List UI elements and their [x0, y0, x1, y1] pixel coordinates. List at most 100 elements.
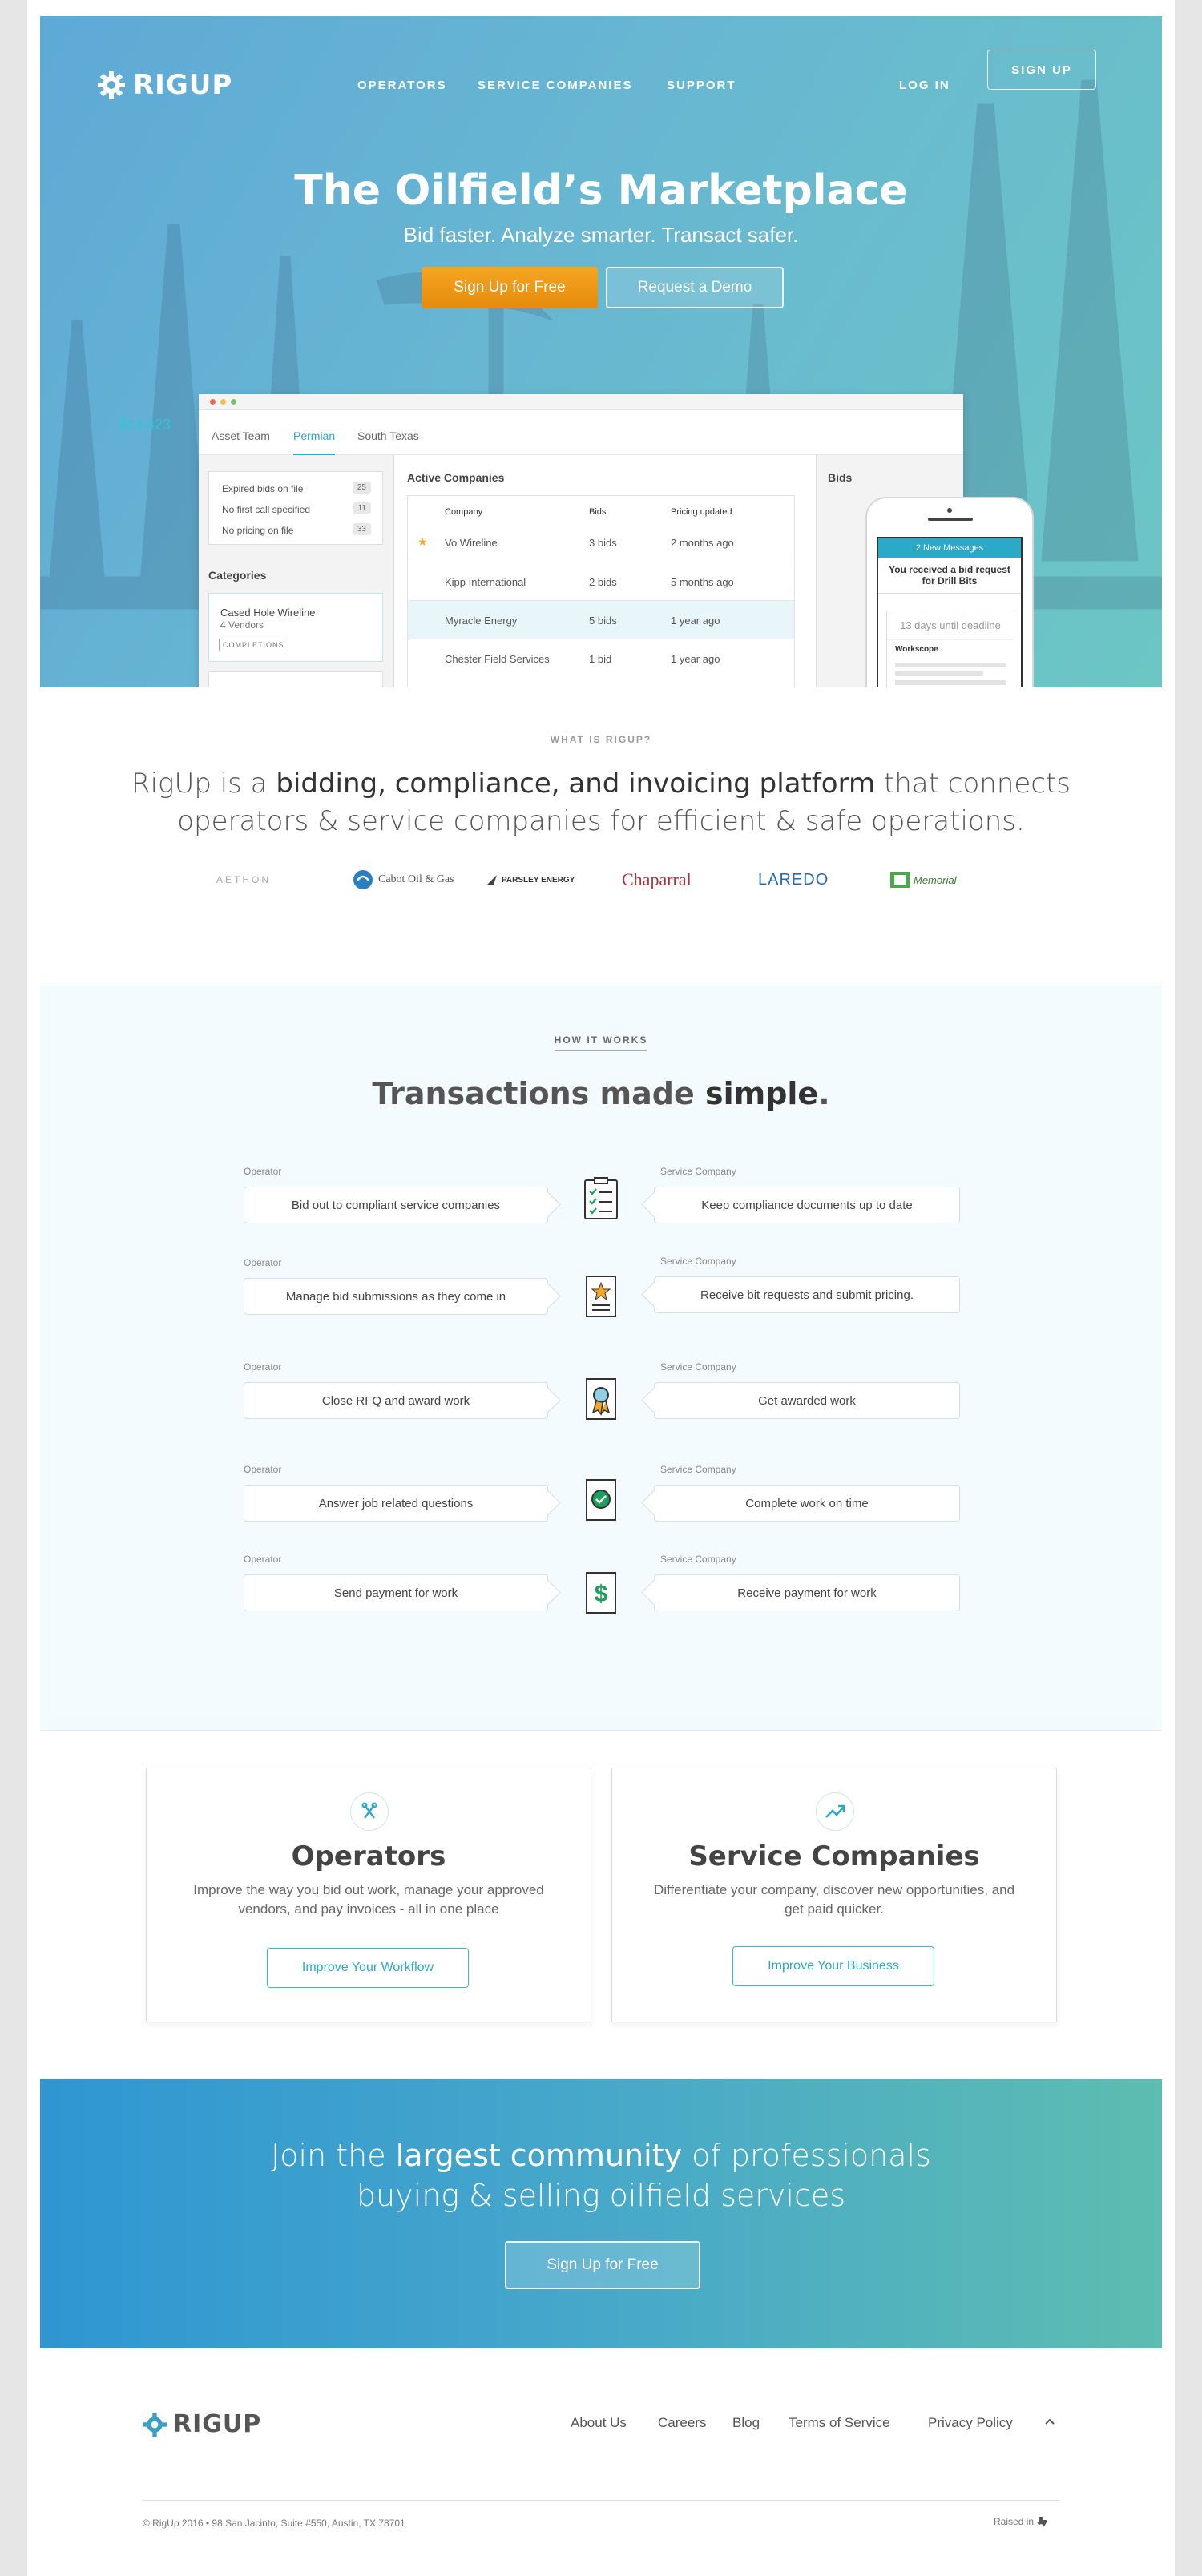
community-cta-section: Join the largest community of profession… — [40, 2079, 1162, 2348]
bid-request-card[interactable]: 13 days until deadline Workscope — [886, 611, 1014, 687]
card-description: Improve the way you bid out work, manage… — [193, 1882, 544, 1917]
how-title-post: . — [818, 1076, 830, 1111]
phone-speaker — [928, 518, 973, 521]
parsley-leaf-icon — [487, 875, 497, 885]
company-name: Vo Wireline — [445, 537, 498, 549]
logo-parsley-text: PARSLEY ENERGY — [502, 875, 575, 885]
step-service: Get awarded work — [654, 1382, 960, 1419]
improve-business-button[interactable]: Improve Your Business — [732, 1946, 934, 1986]
tab-asset-team[interactable]: Asset Team — [212, 429, 270, 442]
table-row[interactable]: ★ Vo Wireline 3 bids 2 months ago — [408, 523, 794, 562]
service-label: Service Company — [660, 1361, 736, 1373]
company-bids: 3 bids — [589, 537, 617, 549]
company-bids: 1 bid — [589, 653, 612, 665]
tab-south-texas[interactable]: South Texas — [357, 429, 419, 442]
new-messages-banner[interactable]: 2 New Messages — [878, 538, 1021, 558]
raised-in-label: Raised in — [994, 2516, 1035, 2527]
card-description: Differentiate your company, discover new… — [653, 1882, 1015, 1917]
hero-section: RIGUP OPERATORS SERVICE COMPANIES SUPPOR… — [40, 16, 1162, 687]
phone-camera — [947, 508, 952, 513]
workscope-label: Workscope — [895, 645, 938, 654]
footer-logo[interactable]: RIGUP — [143, 2410, 261, 2438]
category-vendors: 4 Vendors — [220, 619, 264, 631]
company-name: Myracle Energy — [445, 615, 518, 627]
operator-label: Operator — [244, 1361, 282, 1373]
cta-headline: Join the largest community of profession… — [40, 2135, 1162, 2215]
logo-laredo: LAREDO — [758, 870, 829, 889]
nav-support[interactable]: SUPPORT — [667, 79, 736, 92]
customer-logos: AETHON Cabot Oil & Gas PARSLEY ENERGY Ch… — [216, 864, 986, 896]
how-title-pre: Transactions made — [372, 1076, 705, 1111]
company-name: Chester Field Services — [445, 653, 550, 665]
what-is-eyebrow: WHAT IS RIGUP? — [550, 734, 652, 745]
logo-memorial-text: Memorial — [914, 873, 957, 886]
footer-link-careers[interactable]: Careers — [658, 2415, 706, 2431]
filter-count-badge: 11 — [353, 502, 371, 514]
column-header: Pricing updated — [671, 507, 732, 517]
hero-demo-button[interactable]: Request a Demo — [606, 267, 784, 308]
step-operator: Manage bid submissions as they come in — [244, 1278, 548, 1315]
step-operator: Send payment for work — [244, 1574, 548, 1611]
operators-card: Operators Improve the way you bid out wo… — [146, 1768, 591, 2022]
step-service: Receive payment for work — [654, 1574, 960, 1611]
placeholder-line — [895, 663, 1006, 667]
filter-no-pricing[interactable]: No pricing on file — [222, 525, 293, 536]
improve-workflow-button[interactable]: Improve Your Workflow — [267, 1948, 469, 1988]
step-service: Keep compliance documents up to date — [654, 1187, 960, 1223]
floating-price: $14,423 — [119, 417, 171, 433]
companies-table: Company Bids Pricing updated ★ Vo Wireli… — [407, 495, 795, 687]
category-card[interactable]: Cased Hole Wireline 4 Vendors COMPLETION… — [208, 593, 383, 662]
category-tag: COMPLETIONS — [219, 639, 288, 651]
placeholder-line — [895, 671, 983, 676]
table-row[interactable]: Kipp International 2 bids 5 months ago — [408, 562, 794, 600]
service-label: Service Company — [660, 1464, 736, 1475]
footer-link-privacy[interactable]: Privacy Policy — [928, 2415, 1013, 2431]
category-card[interactable] — [208, 671, 383, 687]
check-circle-icon — [586, 1479, 616, 1521]
step-service: Complete work on time — [654, 1485, 960, 1522]
dollar-document-icon: $ — [586, 1572, 616, 1614]
nav-operators[interactable]: OPERATORS — [357, 79, 447, 92]
filter-expired-bids[interactable]: Expired bids on file — [222, 483, 303, 494]
footer-link-about[interactable]: About Us — [571, 2415, 627, 2431]
memorial-badge-icon — [890, 872, 910, 888]
footer-link-terms[interactable]: Terms of Service — [789, 2415, 890, 2431]
table-row[interactable]: Myracle Energy 5 bids 1 year ago — [408, 600, 794, 639]
service-label: Service Company — [660, 1554, 736, 1565]
chevron-up-icon[interactable] — [1042, 2413, 1058, 2429]
star-icon: ★ — [417, 535, 428, 548]
nav-signup-button[interactable]: SIGN UP — [987, 50, 1096, 90]
company-updated: 5 months ago — [671, 576, 734, 588]
how-title-bold: simple — [704, 1076, 819, 1111]
page: RIGUP OPERATORS SERVICE COMPANIES SUPPOR… — [0, 0, 1202, 2576]
logo-cabot-text: Cabot Oil & Gas — [378, 873, 454, 885]
company-name: Kipp International — [445, 576, 526, 588]
service-label: Service Company — [660, 1166, 736, 1177]
table-row[interactable]: Chester Field Services 1 bid 1 year ago — [408, 639, 794, 677]
filter-no-first-call[interactable]: No first call specified — [222, 504, 310, 515]
footer-link-blog[interactable]: Blog — [732, 2415, 760, 2431]
column-header: Company — [445, 507, 483, 517]
step-operator: Bid out to compliant service companies — [244, 1187, 548, 1223]
brand-logo[interactable]: RIGUP — [98, 69, 232, 101]
cta-signup-button[interactable]: Sign Up for Free — [505, 2241, 700, 2289]
company-updated: 1 year ago — [671, 615, 720, 627]
dashboard-sidebar: Expired bids on file 25 No first call sp… — [199, 455, 394, 687]
trend-up-icon — [816, 1792, 854, 1831]
nav-service-companies[interactable]: SERVICE COMPANIES — [478, 79, 632, 92]
cta-line1-bold: largest community — [395, 2138, 683, 2173]
operator-label: Operator — [244, 1464, 282, 1475]
how-it-works-section: HOW IT WORKS Transactions made simple. O… — [40, 986, 1162, 1731]
logo-cabot: Cabot Oil & Gas — [353, 864, 454, 896]
company-bids: 5 bids — [589, 615, 617, 627]
logo-aethon: AETHON — [216, 874, 272, 885]
footer-wordmark: RIGUP — [173, 2410, 262, 2438]
award-ribbon-icon — [586, 1378, 616, 1420]
bids-heading: Bids — [828, 471, 853, 484]
step-operator: Close RFQ and award work — [244, 1382, 548, 1419]
tab-permian[interactable]: Permian — [293, 429, 336, 455]
hero-signup-button[interactable]: Sign Up for Free — [422, 267, 598, 308]
deadline-text: 13 days until deadline — [887, 611, 1014, 640]
nav-login[interactable]: LOG IN — [899, 79, 950, 92]
filter-count-badge: 33 — [352, 523, 371, 535]
